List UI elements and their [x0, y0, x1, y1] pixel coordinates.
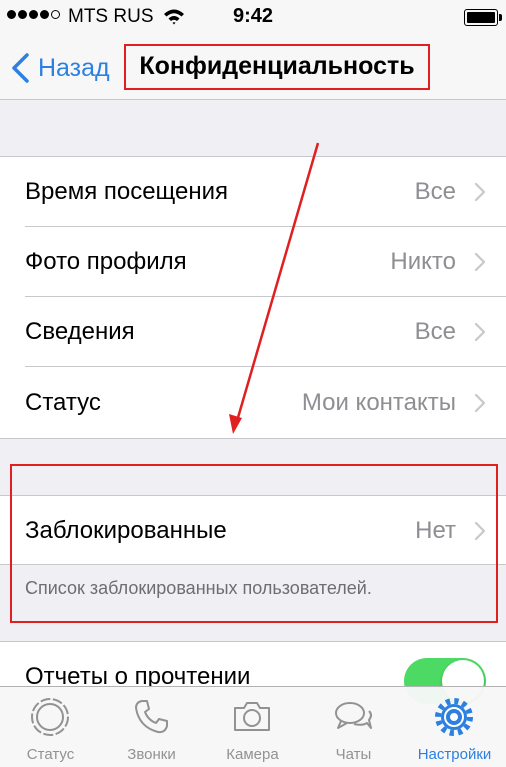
camera-icon [234, 702, 270, 731]
title-highlight-box [124, 44, 430, 90]
tab-label: Камера [226, 746, 279, 763]
status-icon [31, 698, 69, 736]
gear-icon [435, 698, 473, 736]
chevron-left-icon [12, 53, 29, 83]
blocked-highlight-box [10, 464, 498, 623]
phone-icon [135, 700, 168, 734]
back-button[interactable]: Назад [10, 50, 110, 86]
chevron-right-icon [474, 182, 486, 202]
chevron-right-icon [474, 322, 486, 342]
tab-label: Настройки [417, 746, 492, 763]
back-button-label: Назад [38, 53, 110, 82]
row-value: Мои контакты [301, 389, 456, 416]
tab-chats[interactable]: Чаты [303, 686, 404, 767]
row-label: Время посещения [25, 178, 229, 205]
privacy-settings-group: Время посещения Все Фото профиля Никто С… [0, 156, 506, 439]
row-last-seen[interactable]: Время посещения Все [0, 157, 506, 227]
row-value: Все [414, 178, 456, 205]
battery-tip [499, 14, 502, 21]
row-separator [25, 366, 506, 367]
row-about[interactable]: Сведения Все [0, 297, 506, 367]
row-profile-photo[interactable]: Фото профиля Никто [0, 227, 506, 297]
row-status[interactable]: Статус Мои контакты [0, 368, 506, 438]
chat-bubbles-icon [335, 702, 372, 729]
chevron-right-icon [474, 393, 486, 413]
tab-status[interactable]: Статус [0, 686, 101, 767]
row-label: Сведения [25, 318, 135, 345]
row-value: Все [414, 318, 456, 345]
tab-calls[interactable]: Звонки [101, 686, 202, 767]
clock: 9:42 [232, 5, 274, 27]
tab-label: Статус [26, 746, 75, 763]
tab-label: Звонки [127, 746, 176, 763]
battery-icon [464, 9, 498, 26]
tab-camera[interactable]: Камера [202, 686, 303, 767]
tab-settings[interactable]: Настройки [404, 686, 505, 767]
row-label: Фото профиля [25, 248, 187, 275]
tab-label: Чаты [335, 746, 372, 763]
row-label: Статус [25, 389, 101, 416]
row-value: Никто [390, 248, 456, 275]
chevron-right-icon [474, 252, 486, 272]
